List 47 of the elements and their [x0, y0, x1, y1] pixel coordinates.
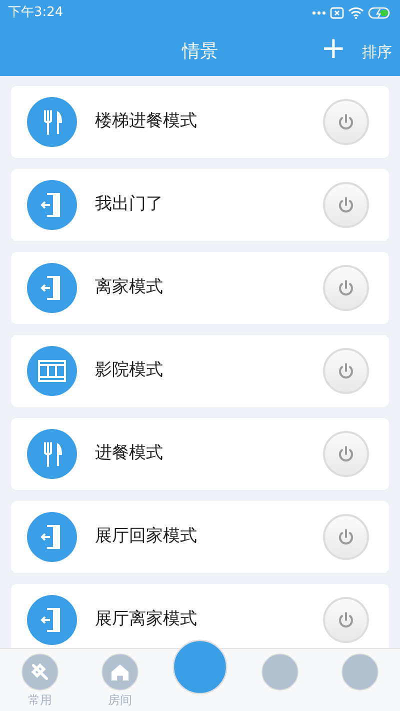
- door-exit-icon: [27, 180, 77, 230]
- scene-card[interactable]: 展厅离家模式: [11, 584, 389, 648]
- film-strip-icon: [27, 346, 77, 396]
- scene-name: 我出门了: [95, 193, 164, 216]
- status-time: 下午3:24: [8, 4, 64, 22]
- wifi-icon: [348, 7, 364, 19]
- scene-name: 离家模式: [95, 276, 164, 300]
- power-button[interactable]: [323, 182, 369, 228]
- scene-name: 展厅离家模式: [95, 608, 198, 632]
- door-exit-icon: [27, 512, 77, 562]
- nav-label: 常用: [28, 692, 52, 709]
- round-icon: [341, 653, 379, 691]
- sim-icon: [330, 7, 344, 19]
- round-icon: [261, 653, 299, 691]
- door-exit-icon: [27, 263, 77, 313]
- power-button[interactable]: [323, 597, 369, 643]
- power-icon: [337, 611, 355, 629]
- scene-card[interactable]: 影院模式: [11, 335, 389, 407]
- scene-name: 影院模式: [95, 359, 164, 382]
- door-exit-icon: [27, 595, 77, 645]
- power-icon: [337, 362, 355, 380]
- scene-card[interactable]: 我出门了: [11, 169, 389, 241]
- scene-card[interactable]: 展厅回家模式: [11, 501, 389, 573]
- house-icon: [101, 653, 139, 691]
- fork-knife-icon: [27, 429, 77, 479]
- power-icon: [337, 113, 355, 131]
- power-button[interactable]: [323, 431, 369, 477]
- scene-card[interactable]: 进餐模式: [11, 418, 389, 490]
- power-button[interactable]: [323, 99, 369, 145]
- power-icon: [337, 528, 355, 546]
- power-button[interactable]: [323, 514, 369, 560]
- page-title: 情景: [182, 40, 218, 64]
- power-button[interactable]: [323, 265, 369, 311]
- scene-card[interactable]: 离家模式: [11, 252, 389, 324]
- power-button[interactable]: [323, 348, 369, 394]
- pin-icon: [21, 653, 59, 691]
- scene-name: 进餐模式: [95, 442, 164, 466]
- scene-name: 楼梯进餐模式: [95, 110, 198, 134]
- battery-icon: [368, 7, 392, 19]
- scene-name: 展厅回家模式: [95, 525, 198, 548]
- power-icon: [337, 279, 355, 297]
- scene-card[interactable]: 楼梯进餐模式: [11, 86, 389, 158]
- more-icon: [312, 11, 326, 15]
- power-icon: [337, 196, 355, 214]
- fork-knife-icon: [27, 97, 77, 147]
- power-icon: [337, 445, 355, 463]
- nav-label: 房间: [108, 692, 132, 709]
